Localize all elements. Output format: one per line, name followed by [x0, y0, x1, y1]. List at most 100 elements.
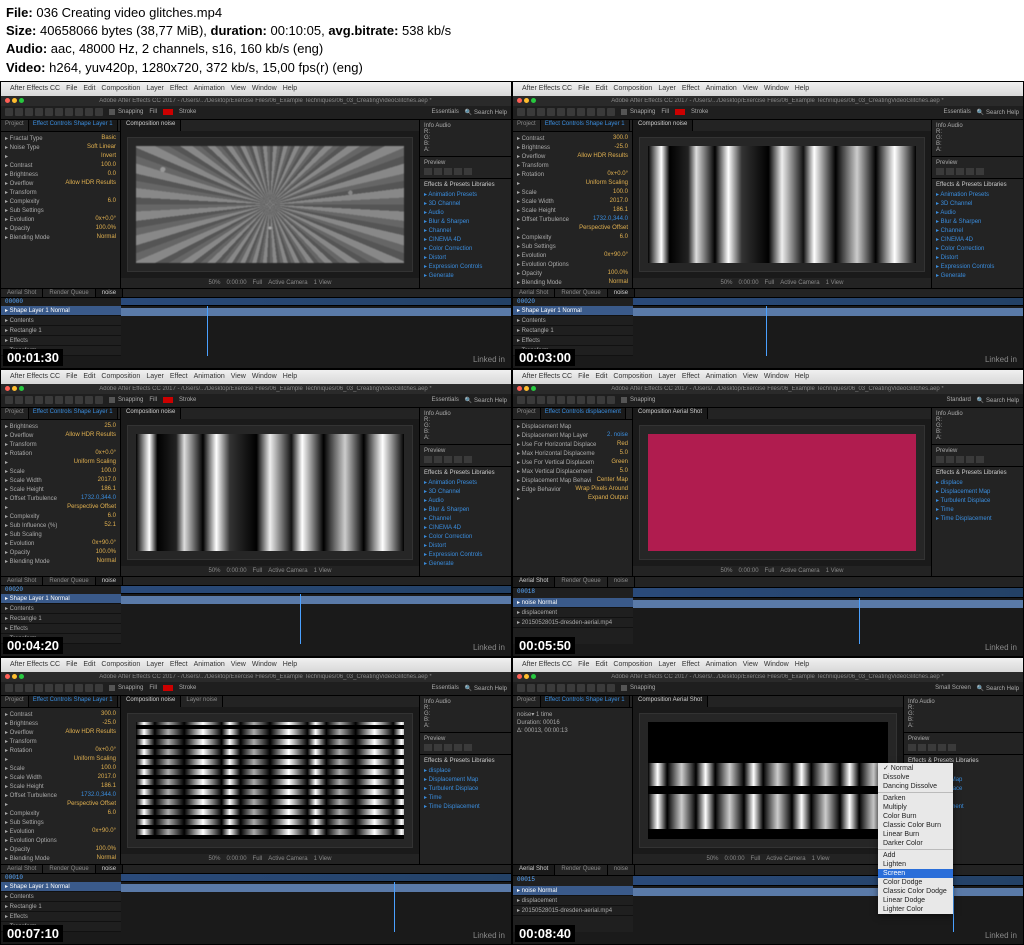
property-value[interactable]: 5.0 — [620, 468, 628, 475]
effect-preset-item[interactable]: ▸ Animation Presets — [424, 478, 507, 487]
property-row[interactable]: ▸ Displacement Map — [517, 422, 628, 431]
property-row[interactable]: ▸ OverflowAllow HDR Results — [5, 728, 116, 737]
property-value[interactable]: 300.0 — [101, 711, 116, 718]
current-timecode[interactable]: 00015 — [513, 876, 633, 886]
tab-layer-noise[interactable]: Layer noise — [181, 696, 223, 707]
menu-item[interactable]: Animation — [194, 373, 225, 380]
menu-item[interactable]: Layer — [658, 661, 676, 668]
effect-preset-item[interactable]: ▸ Audio — [424, 496, 507, 505]
current-timecode[interactable]: 00020 — [1, 586, 121, 594]
playback-button[interactable] — [444, 456, 452, 463]
playback-button[interactable] — [966, 456, 974, 463]
property-value[interactable]: Normal — [97, 234, 116, 241]
menu-item[interactable]: Animation — [194, 85, 225, 92]
menu-item[interactable]: Composition — [613, 85, 652, 92]
menu-item[interactable]: Layer — [146, 661, 164, 668]
menu-item[interactable]: Darker Color — [878, 839, 953, 848]
stroke-label[interactable]: Stroke — [179, 397, 196, 403]
tl-tab-render[interactable]: Render Queue — [43, 577, 95, 585]
property-value[interactable]: 0x+0.0° — [95, 450, 116, 457]
menu-item[interactable]: Layer — [146, 373, 164, 380]
effect-preset-item[interactable]: ▸ Expression Controls — [424, 550, 507, 559]
property-row[interactable]: ▸ Complexity6.0 — [5, 809, 116, 818]
time-ruler[interactable] — [633, 298, 1023, 306]
tab-project[interactable]: Project — [1, 408, 29, 419]
property-row[interactable]: ▸ Invert — [5, 152, 116, 161]
property-value[interactable]: Allow HDR Results — [65, 432, 116, 439]
property-row[interactable]: ▸ Sub Settings — [517, 242, 628, 251]
tool-button[interactable] — [5, 684, 13, 692]
property-value[interactable]: 100.0% — [96, 846, 116, 853]
property-value[interactable]: 52.1 — [104, 522, 116, 529]
tool-button[interactable] — [587, 684, 595, 692]
viewer-stat[interactable]: 0:00:00 — [227, 280, 247, 286]
tool-button[interactable] — [597, 684, 605, 692]
playback-button[interactable] — [434, 744, 442, 751]
menu-item[interactable]: Linear Dodge — [878, 896, 953, 905]
property-row[interactable]: ▸ Complexity6.0 — [5, 197, 116, 206]
effect-preset-item[interactable]: ▸ Animation Presets — [936, 190, 1019, 199]
menu-item[interactable]: Help — [795, 661, 809, 668]
menu-item[interactable]: Linear Burn — [878, 830, 953, 839]
tool-button[interactable] — [597, 108, 605, 116]
property-row[interactable]: ▸ Blending ModeNormal — [517, 278, 628, 287]
viewer-stat[interactable]: 50% — [721, 280, 733, 286]
layer-row[interactable]: ▸ Contents — [1, 892, 121, 902]
menu-item[interactable]: ✓ Normal — [878, 763, 953, 773]
snapping-toggle[interactable]: Snapping — [621, 109, 655, 115]
tl-tab-render[interactable]: Render Queue — [555, 289, 607, 297]
playback-button[interactable] — [434, 168, 442, 175]
tool-button[interactable] — [547, 684, 555, 692]
menu-item[interactable]: Effect — [682, 373, 700, 380]
menu-item[interactable]: Window — [252, 373, 277, 380]
current-timecode[interactable]: 00010 — [1, 874, 121, 882]
playback-button[interactable] — [464, 744, 472, 751]
fill-label[interactable]: Fill — [149, 685, 157, 691]
playback-button[interactable] — [434, 456, 442, 463]
property-row[interactable]: ▸ Transform — [5, 440, 116, 449]
property-row[interactable]: ▸ Edge BehaviorWrap Pixels Around — [517, 485, 628, 494]
viewer-stat[interactable]: 1 View — [314, 280, 332, 286]
menu-item[interactable]: Multiply — [878, 803, 953, 812]
tool-button[interactable] — [577, 684, 585, 692]
property-row[interactable]: ▸ Evolution0x+0.0° — [5, 215, 116, 224]
property-value[interactable]: 100.0 — [101, 468, 116, 475]
composition-viewer[interactable] — [127, 137, 413, 272]
effect-preset-item[interactable]: ▸ Generate — [424, 559, 507, 568]
property-row[interactable]: ▸ Sub Settings — [5, 206, 116, 215]
viewer-stat[interactable]: 50% — [721, 568, 733, 574]
property-row[interactable]: ▸ Scale Height186.1 — [5, 782, 116, 791]
property-value[interactable]: 1732.0,344.0 — [81, 792, 116, 799]
tool-button[interactable] — [537, 684, 545, 692]
effect-preset-item[interactable]: ▸ Distort — [424, 253, 507, 262]
tool-button[interactable] — [85, 684, 93, 692]
playback-button[interactable] — [464, 168, 472, 175]
effect-preset-item[interactable]: ▸ Channel — [424, 514, 507, 523]
menu-item[interactable]: Animation — [706, 661, 737, 668]
property-value[interactable]: 5.0 — [620, 450, 628, 457]
tab-project[interactable]: Project — [1, 120, 29, 131]
viewer-stat[interactable]: 1 View — [826, 568, 844, 574]
layer-row[interactable]: ▸ Contents — [1, 604, 121, 614]
tool-button[interactable] — [25, 108, 33, 116]
property-row[interactable]: ▸ Expand Output — [517, 494, 628, 503]
property-row[interactable]: ▸ Rotation0x+0.0° — [517, 170, 628, 179]
effect-preset-item[interactable]: ▸ Channel — [424, 226, 507, 235]
property-row[interactable]: ▸ Scale100.0 — [5, 764, 116, 773]
time-ruler[interactable] — [121, 586, 511, 594]
tab-effect-controls[interactable]: Effect Controls Shape Layer 1 — [29, 408, 118, 419]
menu-item[interactable]: Effect — [682, 661, 700, 668]
menu-item[interactable]: Edit — [595, 373, 607, 380]
menu-item[interactable]: Layer — [658, 373, 676, 380]
snapping-toggle[interactable]: Snapping — [109, 397, 143, 403]
tool-button[interactable] — [55, 108, 63, 116]
property-row[interactable]: ▸ Rotation0x+0.0° — [5, 746, 116, 755]
playback-button[interactable] — [444, 744, 452, 751]
tool-button[interactable] — [567, 108, 575, 116]
property-row[interactable]: ▸ Complexity6.0 — [517, 233, 628, 242]
layer-row[interactable]: ▸ Contents — [513, 316, 633, 326]
viewer-stat[interactable]: 0:00:00 — [725, 856, 745, 862]
property-row[interactable]: ▸ Max Vertical Displacement5.0 — [517, 467, 628, 476]
property-value[interactable]: -25.0 — [614, 144, 628, 151]
tab-effect-controls[interactable]: Effect Controls Shape Layer 1 — [29, 120, 118, 131]
